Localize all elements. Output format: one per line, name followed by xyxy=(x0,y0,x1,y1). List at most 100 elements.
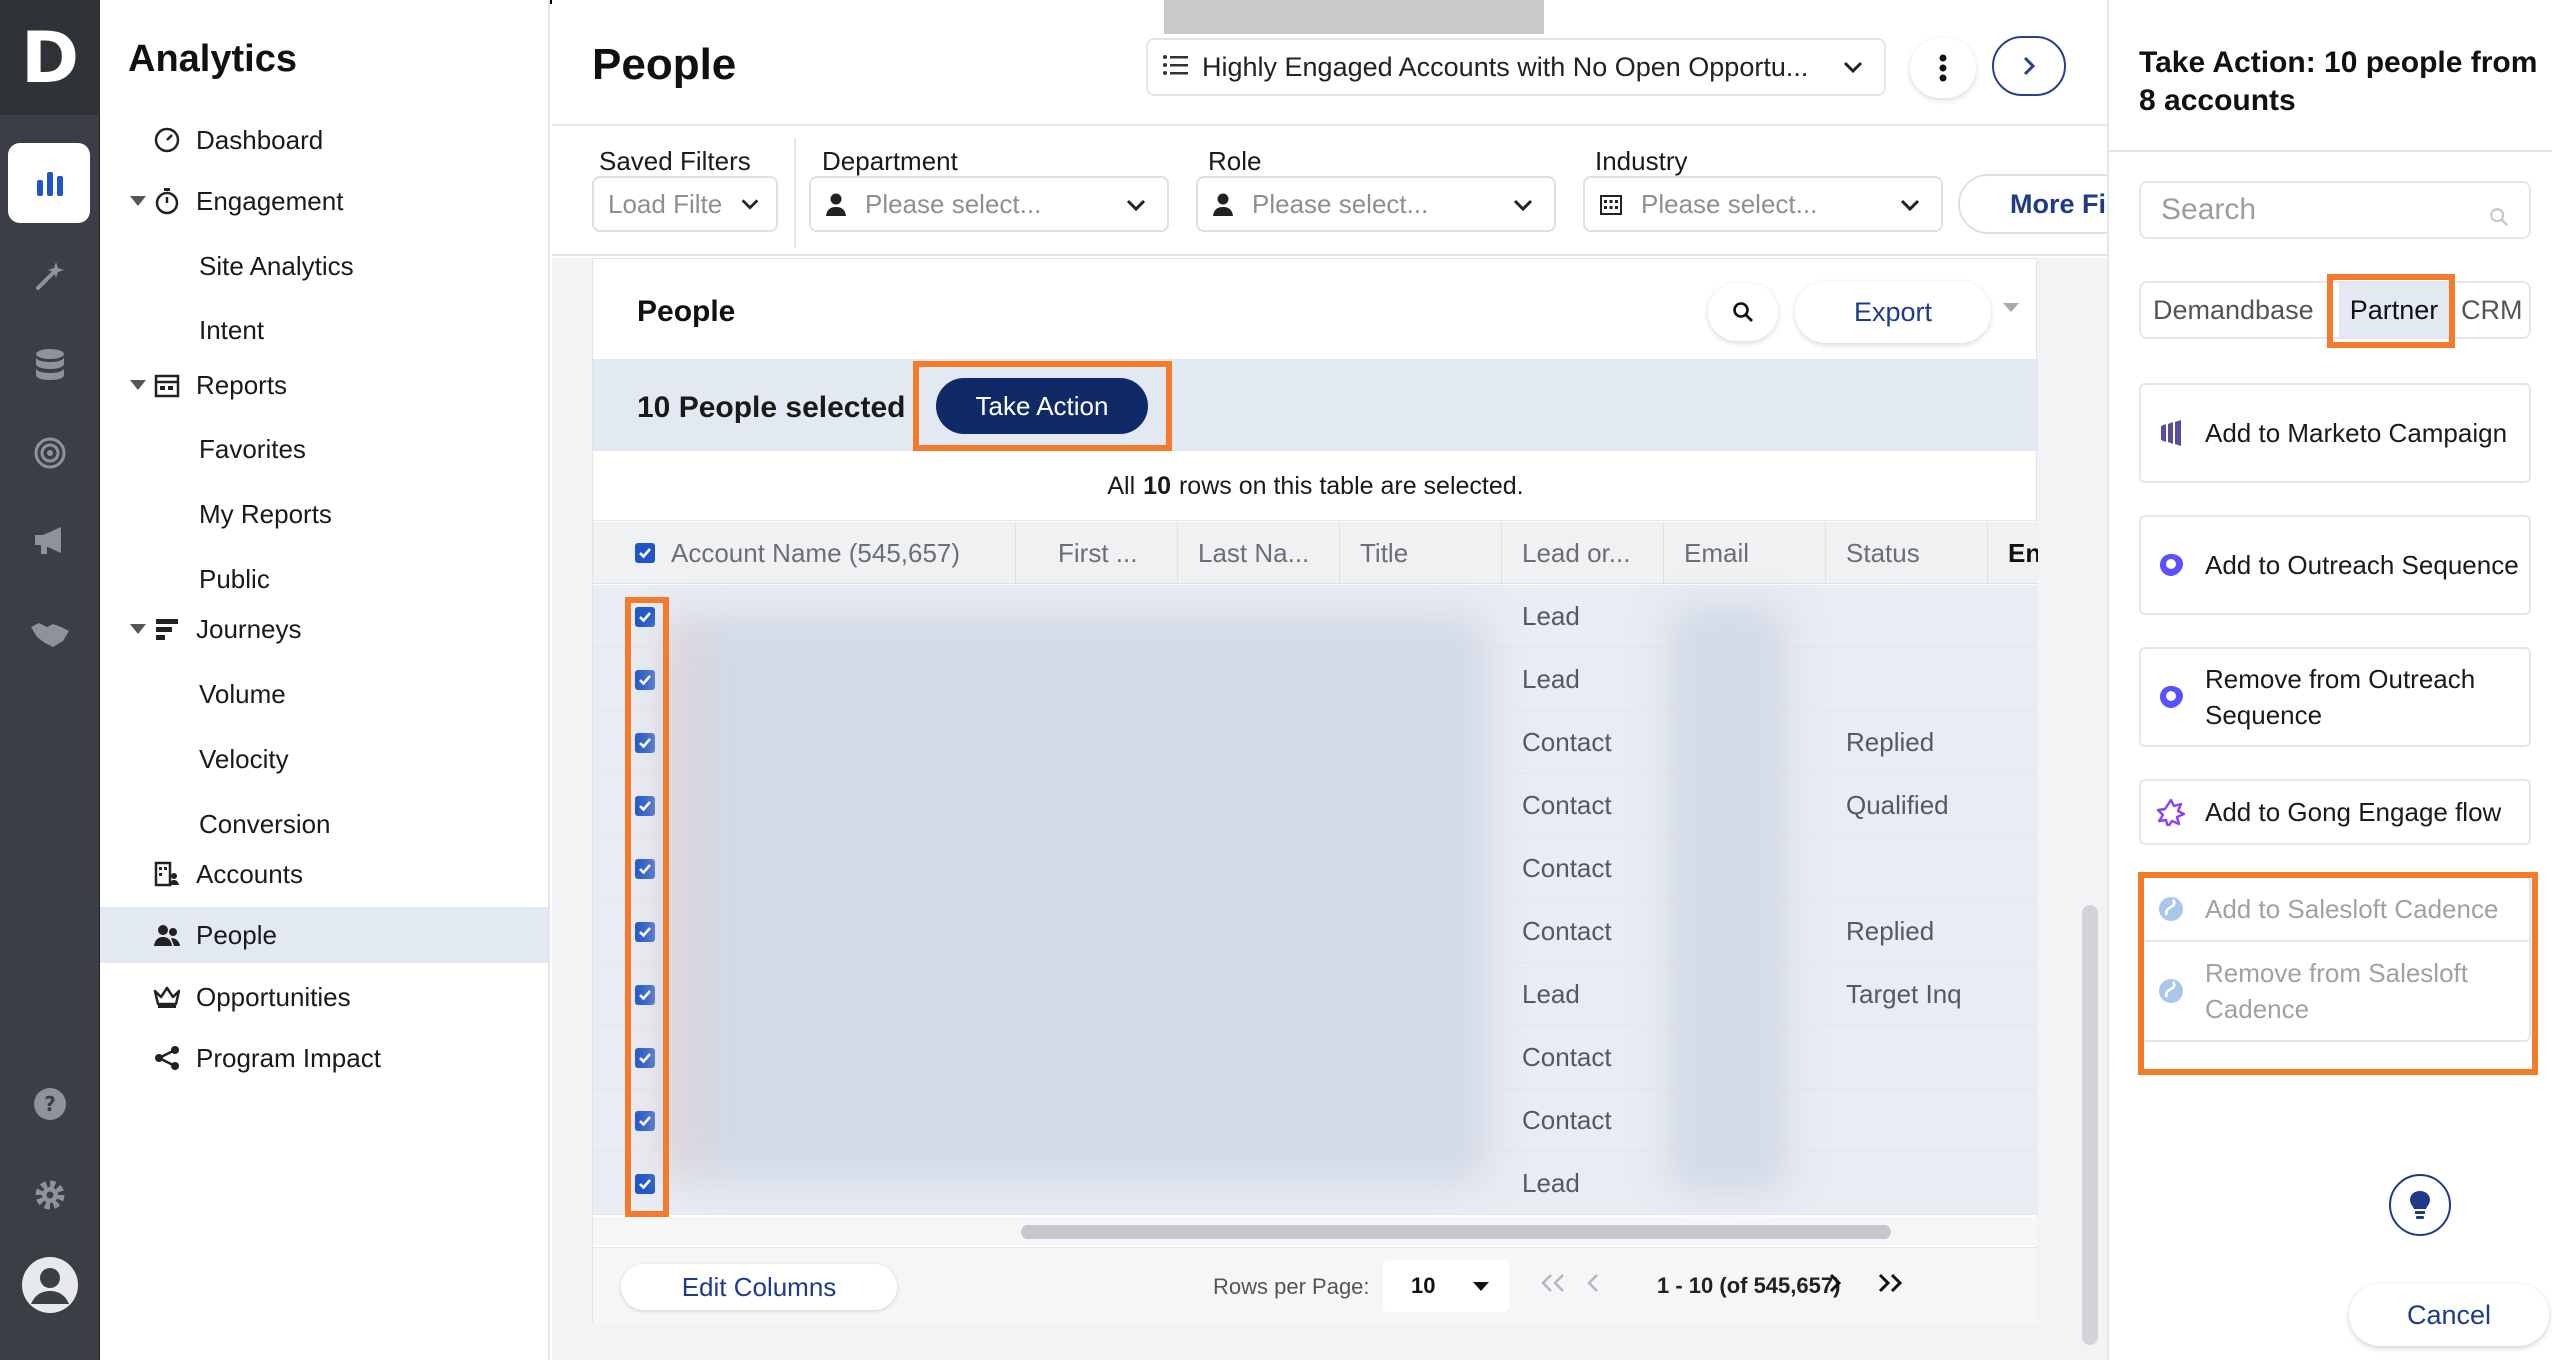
scrollbar-thumb[interactable] xyxy=(1021,1225,1891,1239)
export-button[interactable]: Export xyxy=(1795,281,1991,343)
outreach-icon xyxy=(2155,681,2187,713)
expand-caret-icon[interactable] xyxy=(130,624,146,634)
tab-crm[interactable]: CRM xyxy=(2461,283,2523,337)
nav-item-label: My Reports xyxy=(199,498,332,529)
nav-item-label: Velocity xyxy=(199,743,289,774)
rows-per-page-value: 10 xyxy=(1411,1273,1436,1298)
column-label: Title xyxy=(1360,537,1409,568)
status-cell: Replied xyxy=(1846,916,1935,946)
nav-item-people[interactable]: People xyxy=(100,907,548,963)
share-nodes-icon xyxy=(152,1043,182,1073)
accounts-icon xyxy=(152,859,182,889)
column-last-name[interactable]: Last Na... xyxy=(1178,522,1340,584)
tab-demandbase[interactable]: Demandbase xyxy=(2153,283,2314,337)
column-label: Lead or... xyxy=(1522,537,1631,568)
chevron-right-icon xyxy=(2023,56,2036,76)
column-label: Account Name (545,657) xyxy=(671,537,961,568)
column-email[interactable]: Email xyxy=(1664,522,1826,584)
saved-filters-select[interactable]: Load Filte xyxy=(592,176,778,232)
role-select[interactable]: Please select... xyxy=(1196,176,1556,232)
export-menu-caret-icon[interactable] xyxy=(2003,303,2019,312)
nav-item-my-reports[interactable]: My Reports xyxy=(100,486,548,542)
lead-or-contact-cell: Contact xyxy=(1522,1105,1612,1135)
all-rows-suffix: rows on this table are selected. xyxy=(1178,472,1524,500)
nav-item-opportunities[interactable]: Opportunities xyxy=(100,969,548,1025)
chevron-left-icon xyxy=(1587,1274,1598,1292)
tips-button[interactable] xyxy=(2389,1174,2451,1236)
take-action-panel: Take Action: 10 people from 8 accounts S… xyxy=(2107,0,2552,1360)
saved-view-select[interactable]: Highly Engaged Accounts with No Open Opp… xyxy=(1146,38,1886,96)
stopwatch-icon xyxy=(152,186,182,216)
remove-from-outreach-sequence-action[interactable]: Remove from Outreach Sequence xyxy=(2139,647,2531,747)
nav-item-conversion[interactable]: Conversion xyxy=(100,796,548,852)
help-rail-button[interactable]: ? xyxy=(0,1064,100,1144)
edit-columns-button[interactable]: Edit Columns xyxy=(621,1264,897,1310)
table-search-button[interactable] xyxy=(1708,283,1778,341)
handshake-rail-button[interactable] xyxy=(0,594,100,674)
expand-caret-icon[interactable] xyxy=(130,196,146,206)
megaphone-rail-button[interactable] xyxy=(0,500,100,580)
add-to-outreach-sequence-action[interactable]: Add to Outreach Sequence xyxy=(2139,515,2531,615)
nav-item-engagement[interactable]: Engagement xyxy=(100,173,548,229)
nav-item-velocity[interactable]: Velocity xyxy=(100,731,548,787)
megaphone-icon xyxy=(35,527,61,554)
next-page-button[interactable] xyxy=(1825,1270,1845,1296)
action-search-input[interactable]: Search xyxy=(2139,181,2531,239)
add-to-marketo-campaign-action[interactable]: Add to Marketo Campaign xyxy=(2139,383,2531,483)
person-icon xyxy=(825,192,847,216)
rows-per-page-select[interactable]: 10 xyxy=(1383,1260,1509,1312)
action-label: Add to Marketo Campaign xyxy=(2205,418,2508,448)
expand-caret-icon[interactable] xyxy=(130,380,146,390)
cancel-button[interactable]: Cancel xyxy=(2349,1284,2549,1346)
calendar-report-icon xyxy=(152,370,182,400)
nav-item-intent[interactable]: Intent xyxy=(100,302,548,358)
handshake-icon xyxy=(31,623,69,647)
nav-item-journeys[interactable]: Journeys xyxy=(100,601,548,657)
department-select[interactable]: Please select... xyxy=(809,176,1169,232)
first-page-button[interactable] xyxy=(1538,1270,1568,1296)
nav-item-label: Opportunities xyxy=(196,981,351,1012)
person-icon xyxy=(1212,192,1234,216)
column-account-name[interactable]: Account Name (545,657) xyxy=(593,522,1016,584)
nav-item-favorites[interactable]: Favorites xyxy=(100,421,548,477)
database-rail-button[interactable] xyxy=(0,325,100,405)
page-range: 1 - 10 (of 545,657) xyxy=(1657,1273,1841,1298)
bar-chart-icon xyxy=(37,172,63,196)
lead-or-contact-cell: Contact xyxy=(1522,790,1612,820)
nav-item-dashboard[interactable]: Dashboard xyxy=(100,112,548,168)
nav-item-volume[interactable]: Volume xyxy=(100,666,548,722)
chevron-down-icon xyxy=(1123,192,1149,225)
demandbase-logo[interactable]: D xyxy=(0,0,100,115)
column-first-name[interactable]: First ... xyxy=(1016,522,1178,584)
add-to-gong-engage-flow-action[interactable]: Add to Gong Engage flow xyxy=(2139,779,2531,845)
more-options-button[interactable] xyxy=(1910,38,1976,98)
analytics-rail-button[interactable] xyxy=(0,143,100,223)
nav-item-reports[interactable]: Reports xyxy=(100,357,548,413)
target-rail-button[interactable] xyxy=(0,413,100,493)
page-scrollbar[interactable] xyxy=(2082,905,2098,1345)
column-status[interactable]: Status xyxy=(1826,522,1988,584)
column-lead-or-contact[interactable]: Lead or... xyxy=(1502,522,1664,584)
user-avatar-button[interactable] xyxy=(0,1245,100,1325)
previous-page-button[interactable] xyxy=(1583,1270,1603,1296)
horizontal-scrollbar[interactable] xyxy=(593,1217,2038,1245)
nav-item-label: Intent xyxy=(199,314,265,345)
select-all-checkbox[interactable] xyxy=(635,543,655,563)
nav-item-site-analytics[interactable]: Site Analytics xyxy=(100,238,548,294)
icon-rail: D ? xyxy=(0,0,100,1360)
nav-item-public[interactable]: Public xyxy=(100,551,548,607)
selection-count: 10 People selected xyxy=(637,391,906,424)
column-engagement[interactable]: En xyxy=(1988,522,2038,584)
gong-icon xyxy=(2155,796,2187,828)
column-title[interactable]: Title xyxy=(1340,522,1502,584)
nav-item-program-impact[interactable]: Program Impact xyxy=(100,1030,548,1086)
building-icon xyxy=(1599,192,1623,216)
nav-item-label: Journeys xyxy=(196,613,302,644)
settings-rail-button[interactable] xyxy=(0,1155,100,1235)
nav-item-accounts[interactable]: Accounts xyxy=(100,846,548,902)
industry-select[interactable]: Please select... xyxy=(1583,176,1943,232)
wand-rail-button[interactable] xyxy=(0,236,100,316)
next-button[interactable] xyxy=(1992,36,2066,96)
last-page-button[interactable] xyxy=(1875,1270,1905,1296)
target-icon xyxy=(34,437,66,469)
